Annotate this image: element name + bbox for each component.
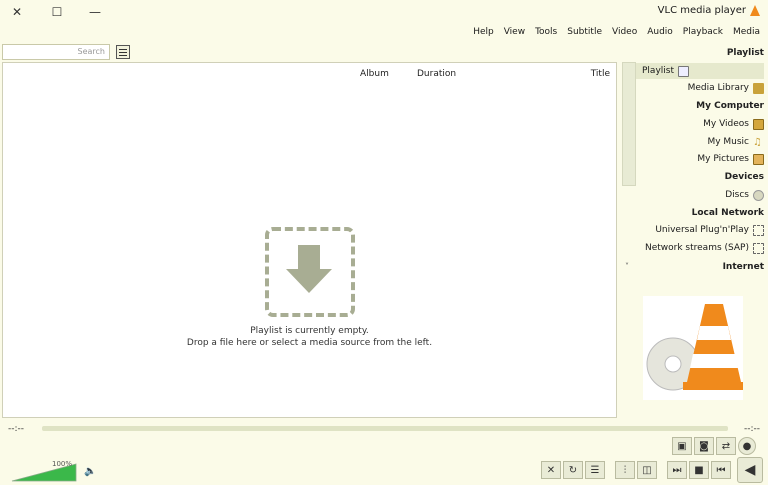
record-button[interactable]: ▣ — [672, 437, 692, 455]
title-bar: ✕ ☐ — VLC media player — [0, 0, 768, 24]
menu-video[interactable]: Video — [612, 27, 637, 37]
menu-view[interactable]: View — [504, 27, 525, 37]
sidebar-section-local-network: Local Network — [691, 208, 764, 218]
sidebar-item-label: My Music — [707, 137, 749, 147]
music-note-icon: ♫ — [753, 136, 762, 148]
loop-button[interactable]: ↻ — [563, 461, 583, 479]
camera-icon: ◙ — [699, 440, 709, 452]
playlist-icon — [678, 65, 689, 77]
sidebar-section-my-computer: My Computer — [696, 101, 764, 111]
menu-media[interactable]: Media — [733, 27, 760, 37]
menu-tools[interactable]: Tools — [535, 27, 557, 37]
download-arrow-icon — [286, 245, 332, 293]
seek-slider[interactable] — [42, 426, 728, 431]
fullscreen-icon: ◫ — [642, 464, 652, 476]
frame-step-button[interactable]: ● — [738, 437, 756, 455]
drop-file-hint: Drop a file here or select a media sourc… — [186, 338, 433, 348]
film-icon — [753, 118, 764, 130]
playlist-view-mode-button[interactable] — [116, 45, 130, 59]
close-window-button[interactable]: ✕ — [6, 2, 28, 22]
playlist-toggle-button[interactable]: ☰ — [585, 461, 605, 479]
sidebar-item-label: Playlist — [642, 66, 674, 76]
record-icon: ▣ — [677, 440, 687, 452]
frame-step-icon: ● — [742, 440, 752, 452]
volume-control[interactable]: 100% 🔈 — [10, 460, 100, 482]
next-button[interactable]: ⏭ — [667, 461, 687, 479]
playlist-icon: ☰ — [590, 464, 600, 476]
network-icon — [753, 242, 764, 254]
minimize-window-button[interactable]: — — [84, 2, 106, 22]
snapshot-button[interactable]: ◙ — [694, 437, 714, 455]
skip-forward-icon: ⏭ — [672, 464, 682, 476]
list-view-icon — [119, 48, 127, 56]
vlc-cone-icon — [750, 5, 760, 16]
equalizer-icon: ⫶ — [623, 464, 627, 476]
stop-button[interactable]: ■ — [689, 461, 709, 479]
scroll-down-icon[interactable]: ˅ — [625, 262, 629, 271]
disc-icon — [753, 189, 764, 201]
fullscreen-button[interactable]: ◫ — [637, 461, 657, 479]
sidebar-item-label: Media Library — [687, 83, 749, 93]
sidebar-item-label: My Pictures — [697, 154, 749, 164]
search-input[interactable]: Search — [2, 44, 110, 60]
sidebar-item-my-music[interactable]: My Music ♫ — [701, 134, 764, 150]
stop-icon: ■ — [694, 464, 704, 476]
repeat-icon: ↻ — [568, 464, 578, 476]
ab-loop-icon: ⇄ — [721, 440, 731, 452]
scrollbar-thumb[interactable] — [622, 62, 636, 186]
sidebar-item-my-videos[interactable]: My Videos — [697, 116, 764, 132]
menu-audio[interactable]: Audio — [647, 27, 673, 37]
maximize-window-button[interactable]: ☐ — [46, 2, 68, 22]
sidebar-item-discs[interactable]: Discs — [719, 187, 764, 203]
play-button[interactable]: ◀ — [737, 457, 763, 483]
sidebar-item-label: My Videos — [703, 119, 749, 129]
play-icon: ◀ — [744, 462, 756, 478]
empty-playlist-message: Playlist is currently empty. — [250, 326, 369, 336]
window-title-area: VLC media player — [658, 5, 760, 16]
sidebar-item-upnp[interactable]: Universal Plug'n'Play — [649, 222, 764, 238]
sidebar-item-playlist[interactable]: Playlist — [636, 63, 764, 79]
playlist-panel[interactable]: Title Duration Album Playlist is current… — [2, 62, 617, 418]
media-library-icon — [753, 82, 764, 94]
elapsed-time: --:-- — [8, 424, 25, 434]
random-button[interactable]: ✕ — [541, 461, 561, 479]
picture-icon — [753, 153, 764, 165]
menu-subtitle[interactable]: Subtitle — [567, 27, 602, 37]
column-header-duration[interactable]: Duration — [417, 69, 456, 79]
sidebar-item-label: Universal Plug'n'Play — [655, 225, 749, 235]
sidebar-section-internet: Internet — [722, 262, 764, 272]
column-header-title[interactable]: Title — [591, 69, 610, 79]
sidebar-item-sap[interactable]: Network streams (SAP) — [639, 240, 764, 256]
menu-bar: Media Playback Audio Video Subtitle Tool… — [473, 27, 760, 37]
sidebar-item-label: Network streams (SAP) — [644, 243, 749, 253]
loop-ab-button[interactable]: ⇄ — [716, 437, 736, 455]
sidebar-item-my-pictures[interactable]: My Pictures — [691, 151, 764, 167]
sidebar-scrollbar[interactable]: ˅ — [622, 62, 636, 274]
total-time: --:-- — [743, 424, 760, 434]
menu-playback[interactable]: Playback — [683, 27, 723, 37]
sidebar-item-label: Discs — [725, 190, 749, 200]
drop-zone-icon — [265, 227, 355, 317]
column-header-album[interactable]: Album — [360, 69, 389, 79]
window-title: VLC media player — [657, 5, 746, 16]
speaker-icon[interactable]: 🔈 — [84, 466, 96, 477]
sidebar-item-media-library[interactable]: Media Library — [682, 80, 764, 96]
sidebar-section-playlist: Playlist — [726, 48, 764, 58]
extended-settings-button[interactable]: ⫶ — [615, 461, 635, 479]
album-art — [643, 296, 743, 400]
sidebar-section-devices: Devices — [724, 172, 764, 182]
network-icon — [753, 224, 764, 236]
previous-button[interactable]: ⏮ — [711, 461, 731, 479]
skip-back-icon: ⏮ — [716, 464, 726, 476]
shuffle-icon: ✕ — [546, 464, 556, 476]
vlc-cone-art-icon — [646, 304, 743, 391]
menu-help[interactable]: Help — [473, 27, 494, 37]
volume-percent: 100% — [52, 460, 73, 468]
